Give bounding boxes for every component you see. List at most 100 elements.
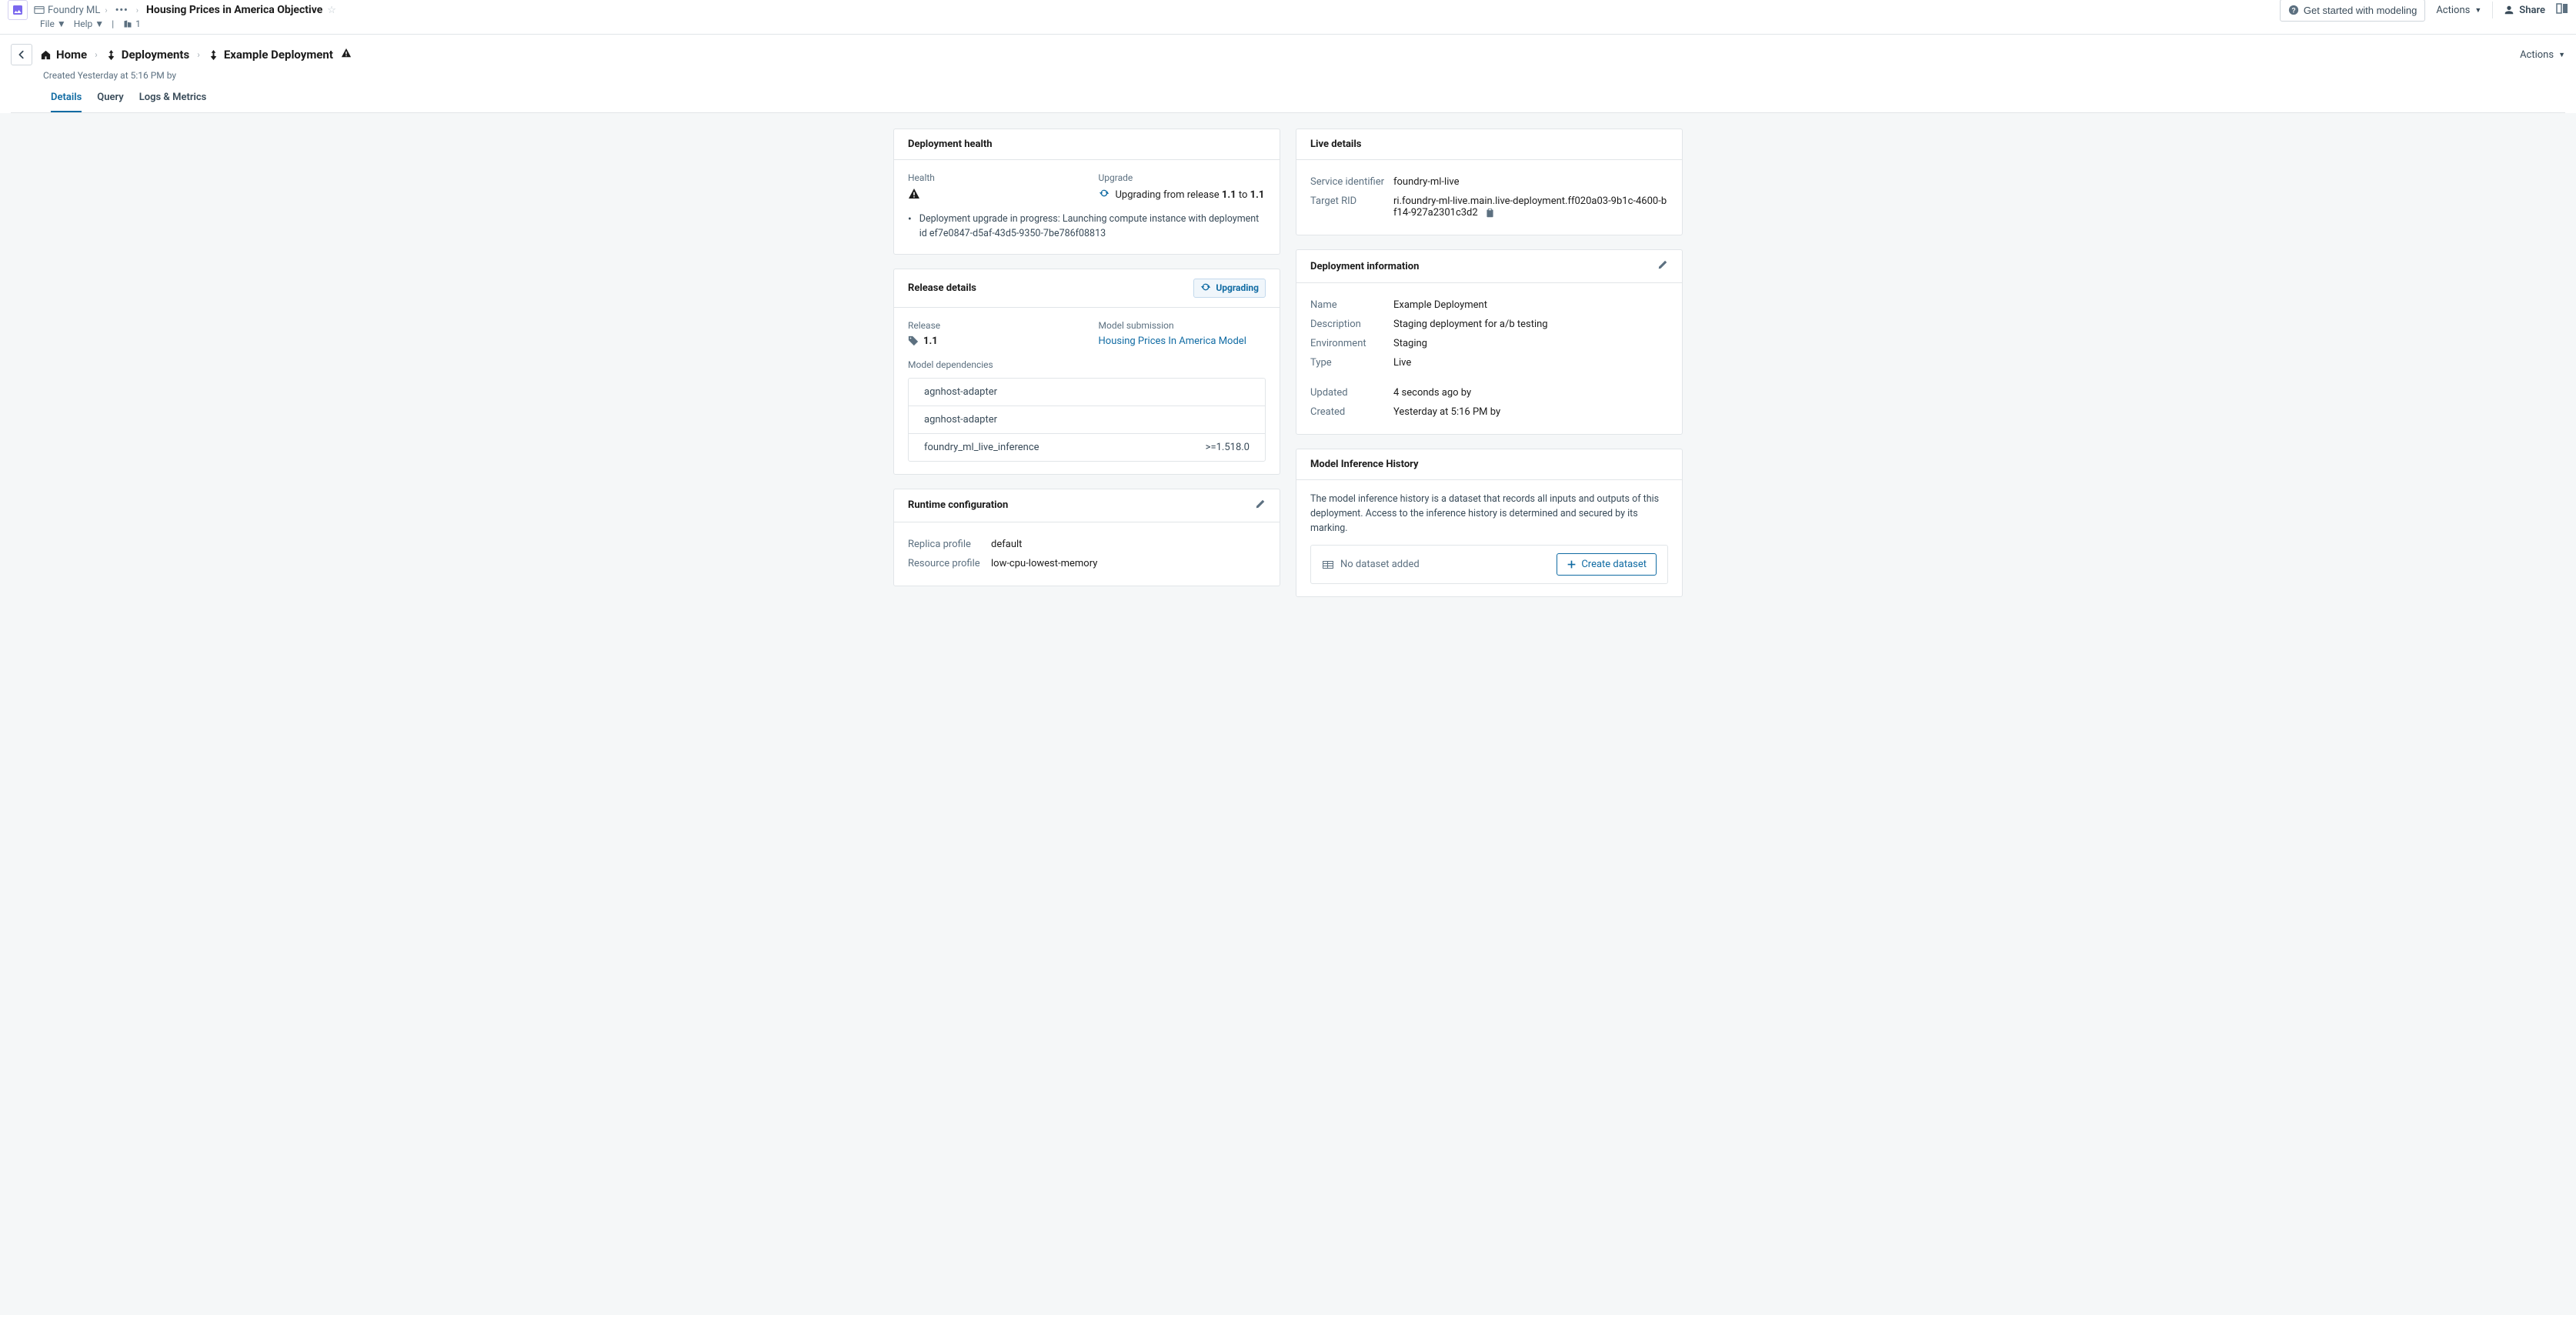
deploy-icon [208, 49, 219, 61]
created-timestamp: Created Yesterday at 5:16 PM by [43, 70, 2565, 81]
created-label: Created [1310, 406, 1393, 418]
updated-value: 4 seconds ago by [1393, 387, 1471, 399]
breadcrumb-deployments-label: Deployments [122, 48, 189, 62]
breadcrumb-deployments[interactable]: Deployments [105, 48, 189, 62]
dataset-empty-box: No dataset added Create dataset [1310, 545, 1668, 584]
model-submission-link[interactable]: Housing Prices In America Model [1099, 335, 1266, 347]
dependency-row: foundry_ml_live_inference>=1.518.0 [909, 433, 1265, 461]
upgrade-from-version: 1.1 [1222, 189, 1236, 201]
chevron-down-icon: ▼ [95, 18, 104, 29]
name-label: Name [1310, 299, 1393, 311]
model-submission-label: Model submission [1099, 320, 1266, 331]
table-icon [1322, 559, 1334, 571]
description-value: Staging deployment for a/b testing [1393, 319, 1548, 330]
actions-dropdown-top[interactable]: Actions ▼ [2436, 5, 2481, 16]
upgrade-status: Upgrading from release 1.1 to 1.1 [1099, 188, 1266, 202]
deploy-icon [105, 49, 117, 61]
deployment-health-card: Deployment health Health Upgrade [893, 128, 1280, 255]
card-header: Live details [1296, 129, 1682, 160]
plus-icon [1567, 559, 1577, 569]
dependencies-list: agnhost-adapter agnhost-adapter foundry_… [908, 378, 1266, 462]
separator [2492, 2, 2493, 18]
file-menu-label: File [40, 18, 55, 29]
app-icon [34, 5, 45, 15]
separator: | [112, 18, 114, 29]
upgrade-label: Upgrade [1099, 172, 1266, 183]
release-label: Release [908, 320, 1076, 331]
deployment-info-card: Deployment information Name Example Depl… [1296, 249, 1683, 435]
sync-icon [1099, 188, 1109, 202]
building-icon [123, 19, 132, 28]
chevron-right-icon: › [197, 49, 200, 60]
create-dataset-label: Create dataset [1581, 559, 1647, 570]
environment-label: Environment [1310, 338, 1393, 349]
no-dataset-text: No dataset added [1340, 559, 1420, 570]
help-icon: ? [2288, 5, 2299, 15]
edit-icon[interactable] [1255, 499, 1266, 512]
health-label: Health [908, 172, 1076, 183]
upgrade-to-version: 1.1 [1250, 189, 1265, 201]
chevron-right-icon: › [105, 5, 107, 15]
service-id-value: foundry-ml-live [1393, 176, 1459, 188]
upgrading-badge-text: Upgrading [1216, 282, 1259, 293]
sync-icon [1200, 282, 1211, 295]
tab-details[interactable]: Details [51, 92, 82, 112]
tag-icon [908, 335, 919, 346]
release-value: 1.1 [908, 335, 1076, 347]
model-inference-history-card: Model Inference History The model infere… [1296, 449, 1683, 597]
card-title: Runtime configuration [908, 499, 1008, 511]
resource-profile-label: Resource profile [908, 558, 991, 569]
service-id-label: Service identifier [1310, 176, 1393, 188]
app-name-crumb[interactable]: Foundry ML [48, 5, 100, 16]
breadcrumb-ellipsis[interactable]: ••• [112, 5, 132, 16]
release-details-card: Release details Upgrading Release [893, 269, 1280, 475]
actions-label: Actions [2436, 5, 2470, 16]
type-label: Type [1310, 357, 1393, 369]
share-button[interactable]: Share [2504, 5, 2545, 16]
actions-label: Actions [2520, 49, 2554, 61]
dependency-row: agnhost-adapter [909, 406, 1265, 433]
card-header: Deployment health [894, 129, 1280, 160]
panel-toggle-button[interactable] [2556, 2, 2568, 18]
file-menu[interactable]: File ▼ [40, 18, 66, 29]
upgrading-badge: Upgrading [1193, 279, 1266, 298]
help-menu-label: Help [74, 18, 93, 29]
warning-icon [908, 188, 1076, 203]
help-menu[interactable]: Help ▼ [74, 18, 104, 29]
breadcrumb-home[interactable]: Home [40, 48, 87, 62]
back-button[interactable] [11, 44, 32, 65]
edit-icon[interactable] [1657, 259, 1668, 273]
chevron-down-icon: ▼ [2474, 6, 2481, 15]
home-icon [40, 49, 52, 61]
breadcrumb-current-label: Example Deployment [224, 48, 333, 62]
org-indicator[interactable]: 1 [123, 18, 141, 29]
get-started-label: Get started with modeling [2304, 5, 2417, 16]
environment-value: Staging [1393, 338, 1427, 349]
tab-query[interactable]: Query [97, 92, 123, 112]
chevron-right-icon: › [136, 5, 138, 15]
create-dataset-button[interactable]: Create dataset [1557, 553, 1657, 576]
created-value: Yesterday at 5:16 PM by [1393, 406, 1500, 418]
get-started-button[interactable]: ? Get started with modeling [2280, 0, 2425, 22]
clipboard-icon[interactable] [1485, 208, 1495, 218]
runtime-config-card: Runtime configuration Replica profile de… [893, 489, 1280, 586]
upgrade-text: to [1236, 189, 1250, 201]
page-title: Housing Prices in America Objective [146, 4, 322, 16]
star-icon[interactable]: ☆ [327, 5, 336, 16]
chevron-down-icon: ▼ [2558, 51, 2565, 59]
target-rid-label: Target RID [1310, 195, 1393, 219]
card-title: Deployment information [1310, 261, 1419, 272]
chevron-down-icon: ▼ [57, 18, 66, 29]
svg-text:?: ? [2291, 7, 2295, 15]
dependency-row: agnhost-adapter [909, 379, 1265, 406]
actions-dropdown-header[interactable]: Actions ▼ [2520, 49, 2565, 61]
tab-logs-metrics[interactable]: Logs & Metrics [139, 92, 207, 112]
description-label: Description [1310, 319, 1393, 330]
replica-profile-label: Replica profile [908, 539, 991, 550]
chevron-right-icon: › [95, 49, 98, 60]
live-details-card: Live details Service identifier foundry-… [1296, 128, 1683, 235]
upgrade-text: Upgrading from release [1116, 189, 1222, 201]
org-count-value: 1 [135, 18, 141, 29]
app-logo[interactable] [8, 0, 28, 20]
share-label: Share [2519, 5, 2545, 16]
